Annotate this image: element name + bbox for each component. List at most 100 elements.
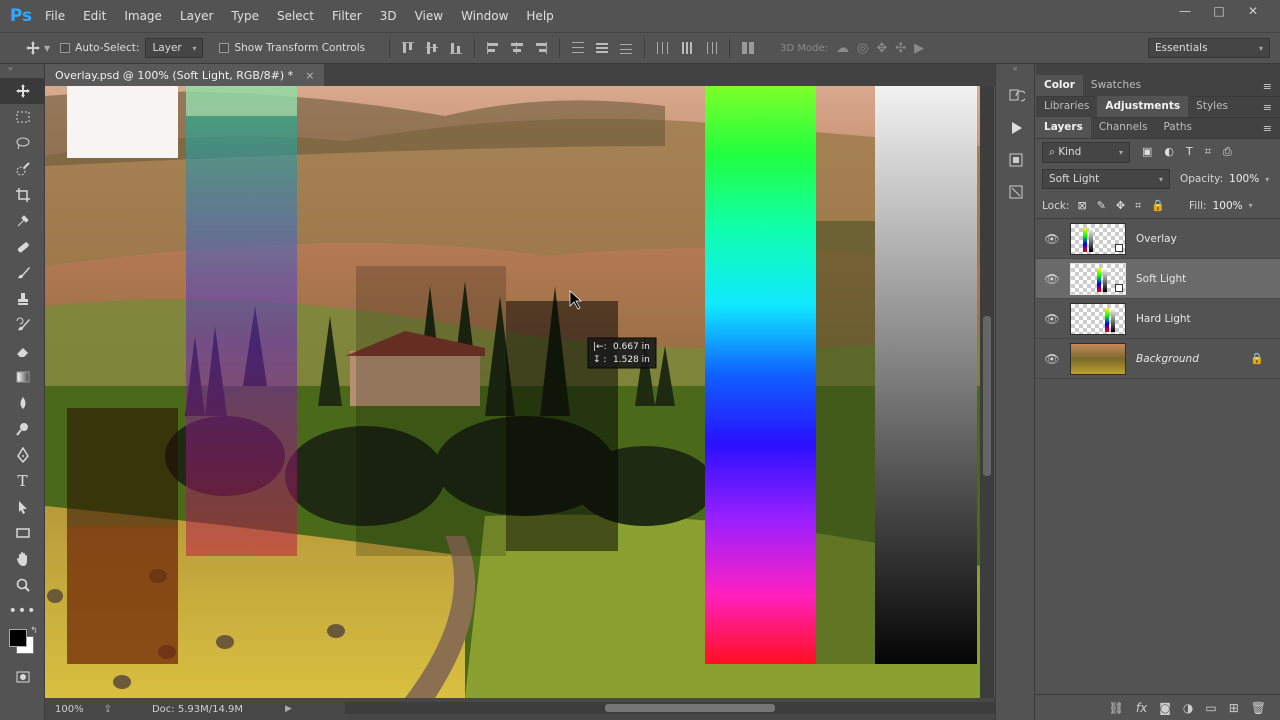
- layer-row-hard-light[interactable]: 👁 Hard Light: [1036, 299, 1280, 339]
- layer-thumbnail[interactable]: [1070, 262, 1126, 295]
- actions-panel-icon[interactable]: [996, 114, 1036, 142]
- tab-adjustments[interactable]: Adjustments: [1097, 96, 1189, 117]
- fill-value[interactable]: 100%: [1213, 200, 1243, 212]
- status-menu-arrow-icon[interactable]: ▶: [285, 704, 292, 714]
- panel-menu-icon[interactable]: ≡: [1263, 80, 1272, 93]
- menu-select[interactable]: Select: [268, 0, 323, 32]
- marquee-tool[interactable]: [0, 104, 45, 130]
- menu-edit[interactable]: Edit: [74, 0, 115, 32]
- tab-layers[interactable]: Layers: [1036, 117, 1091, 138]
- zoom-tool[interactable]: [0, 572, 45, 598]
- clone-stamp-tool[interactable]: [0, 286, 45, 312]
- chevron-down-icon[interactable]: ▼: [44, 44, 50, 53]
- eyedropper-tool[interactable]: [0, 208, 45, 234]
- horizontal-scrollbar[interactable]: [345, 702, 1005, 714]
- layer-thumbnail[interactable]: [1070, 302, 1126, 335]
- menu-help[interactable]: Help: [517, 0, 562, 32]
- visibility-eye-icon[interactable]: 👁: [1036, 352, 1068, 366]
- close-tab-icon[interactable]: ×: [305, 69, 314, 82]
- fx-icon[interactable]: fx: [1136, 701, 1147, 715]
- character-panel-icon[interactable]: [996, 178, 1036, 206]
- auto-select-dropdown[interactable]: Layer ▾: [145, 38, 204, 58]
- align-right-icon[interactable]: [532, 39, 550, 57]
- new-group-icon[interactable]: ▭: [1205, 701, 1216, 715]
- healing-brush-tool[interactable]: [0, 234, 45, 260]
- brush-tool[interactable]: [0, 260, 45, 286]
- align-hcenter-icon[interactable]: [508, 39, 526, 57]
- panel-menu-icon[interactable]: ≡: [1263, 122, 1272, 135]
- filter-kind-dropdown[interactable]: ⌕ Kind ▾: [1042, 141, 1130, 163]
- swap-colors-icon[interactable]: ↰: [30, 626, 38, 636]
- menu-window[interactable]: Window: [452, 0, 517, 32]
- distribute-vcenter-icon[interactable]: [593, 39, 611, 57]
- minimize-button[interactable]: —: [1168, 2, 1202, 20]
- menu-type[interactable]: Type: [222, 0, 268, 32]
- auto-select-checkbox[interactable]: Auto-Select:: [60, 42, 139, 54]
- layer-row-overlay[interactable]: 👁 Overlay: [1036, 219, 1280, 259]
- history-panel-icon[interactable]: [996, 82, 1036, 110]
- layer-row-soft-light[interactable]: 👁 Soft Light: [1036, 259, 1280, 299]
- quick-select-tool[interactable]: [0, 156, 45, 182]
- tab-paths[interactable]: Paths: [1155, 117, 1200, 138]
- distribute-hcenter-icon[interactable]: [678, 39, 696, 57]
- visibility-eye-icon[interactable]: 👁: [1036, 272, 1068, 286]
- expand-icon[interactable]: «: [996, 64, 1034, 78]
- rectangle-tool[interactable]: [0, 520, 45, 546]
- quick-mask-icon[interactable]: [0, 664, 45, 690]
- visibility-eye-icon[interactable]: 👁: [1036, 312, 1068, 326]
- distribute-top-icon[interactable]: [569, 39, 587, 57]
- maximize-button[interactable]: □: [1202, 2, 1236, 20]
- workspace-dropdown[interactable]: Essentials ▾: [1148, 38, 1270, 58]
- tab-color[interactable]: Color: [1036, 75, 1083, 96]
- chevron-down-icon[interactable]: ▾: [1265, 175, 1269, 184]
- layer-thumbnail[interactable]: [1070, 222, 1126, 255]
- gradient-tool[interactable]: [0, 364, 45, 390]
- align-vcenter-icon[interactable]: [423, 39, 441, 57]
- lock-options-icons[interactable]: ⊠✎✥⌗🔒: [1077, 199, 1175, 213]
- lasso-tool[interactable]: [0, 130, 45, 156]
- properties-panel-icon[interactable]: [996, 146, 1036, 174]
- layer-thumbnail[interactable]: [1070, 342, 1126, 375]
- canvas-area[interactable]: |←: ↧ : 0.667 in 1.528 in: [45, 86, 980, 698]
- layer-row-background[interactable]: 👁 Background 🔒: [1036, 339, 1280, 379]
- menu-file[interactable]: File: [36, 0, 74, 32]
- menu-layer[interactable]: Layer: [171, 0, 222, 32]
- trash-icon[interactable]: 🗑: [1251, 701, 1266, 715]
- document-canvas[interactable]: |←: ↧ : 0.667 in 1.528 in: [45, 86, 980, 698]
- menu-3d[interactable]: 3D: [371, 0, 406, 32]
- blur-tool[interactable]: [0, 390, 45, 416]
- layer-name[interactable]: Overlay: [1136, 233, 1177, 245]
- layer-name[interactable]: Soft Light: [1136, 273, 1186, 285]
- add-mask-icon[interactable]: ◙: [1159, 701, 1171, 715]
- menu-filter[interactable]: Filter: [323, 0, 371, 32]
- menu-view[interactable]: View: [406, 0, 452, 32]
- visibility-eye-icon[interactable]: 👁: [1036, 232, 1068, 246]
- foreground-color-swatch[interactable]: [9, 629, 27, 647]
- layer-name[interactable]: Hard Light: [1136, 313, 1191, 325]
- zoom-level[interactable]: 100%: [55, 704, 84, 715]
- chevron-down-icon[interactable]: ▾: [1249, 201, 1253, 210]
- tab-styles[interactable]: Styles: [1188, 96, 1236, 117]
- eraser-tool[interactable]: [0, 338, 45, 364]
- tab-libraries[interactable]: Libraries: [1036, 96, 1097, 117]
- blend-mode-dropdown[interactable]: Soft Light ▾: [1042, 169, 1170, 189]
- export-icon[interactable]: ⇪: [104, 704, 112, 715]
- distribute-left-icon[interactable]: [654, 39, 672, 57]
- collapse-icon[interactable]: »: [0, 64, 44, 78]
- show-transform-checkbox[interactable]: Show Transform Controls: [219, 42, 365, 54]
- tab-channels[interactable]: Channels: [1091, 117, 1156, 138]
- crop-tool[interactable]: [0, 182, 45, 208]
- more-tools-icon[interactable]: •••: [0, 598, 45, 624]
- align-left-icon[interactable]: [484, 39, 502, 57]
- distribute-right-icon[interactable]: [702, 39, 720, 57]
- type-tool[interactable]: T: [0, 468, 45, 494]
- adjustment-layer-icon[interactable]: ◑: [1183, 701, 1193, 715]
- align-bottom-icon[interactable]: [447, 39, 465, 57]
- move-tool-preset-icon[interactable]: [22, 37, 44, 59]
- pen-tool[interactable]: [0, 442, 45, 468]
- align-top-icon[interactable]: [399, 39, 417, 57]
- document-tab[interactable]: Overlay.psd @ 100% (Soft Light, RGB/8#) …: [45, 64, 325, 86]
- close-window-button[interactable]: ✕: [1236, 2, 1270, 20]
- history-brush-tool[interactable]: [0, 312, 45, 338]
- vertical-scrollbar[interactable]: [980, 86, 994, 698]
